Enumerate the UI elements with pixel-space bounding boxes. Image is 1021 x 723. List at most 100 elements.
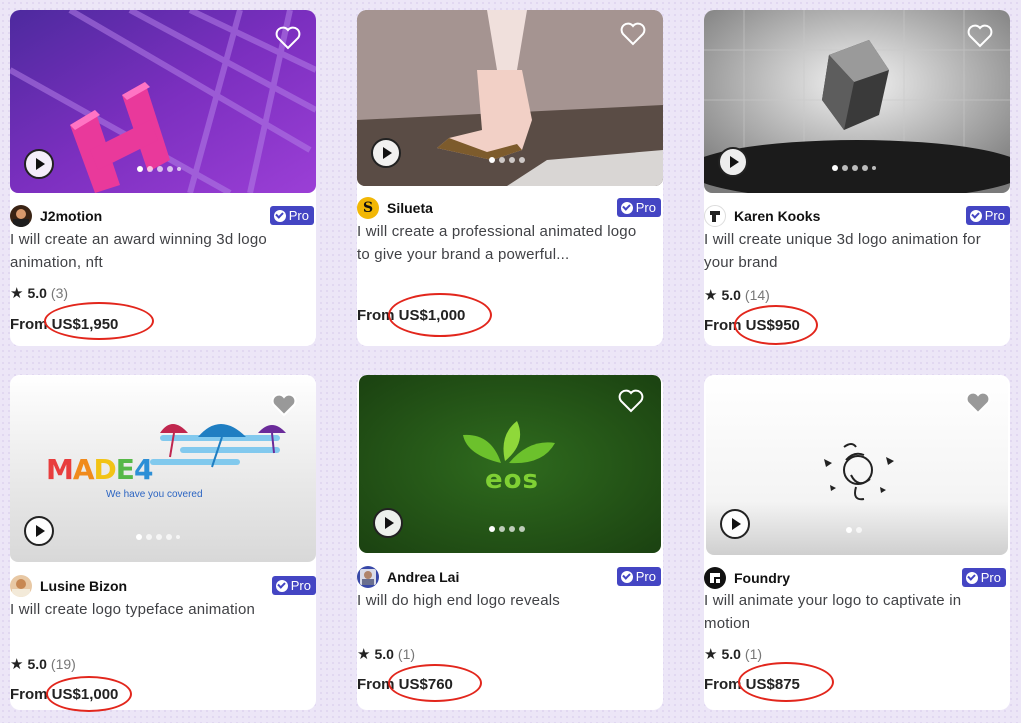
price-value: US$1,950 <box>51 316 119 333</box>
gig-thumbnail[interactable] <box>10 10 316 193</box>
pro-label: Pro <box>290 578 311 593</box>
seller-avatar[interactable] <box>10 575 32 597</box>
price: From US$950 <box>704 317 800 334</box>
gig-title-line: your brand <box>704 254 778 271</box>
gig-title-line: I will create unique 3d logo animation f… <box>704 231 981 248</box>
gig-thumbnail[interactable] <box>357 10 663 186</box>
rating: ★ 5.0 (19) <box>10 655 76 673</box>
favorite-heart-icon[interactable] <box>964 20 996 52</box>
rating-score: 5.0 <box>721 646 741 662</box>
review-count: (19) <box>50 656 76 672</box>
gig-title-line: I will create an award winning 3d logo <box>10 231 267 248</box>
pro-label: Pro <box>980 570 1001 585</box>
carousel-dots[interactable] <box>846 527 862 533</box>
seller-avatar[interactable] <box>10 205 32 227</box>
gig-card[interactable]: eos Andrea Lai Pro I will do high end lo… <box>357 375 663 710</box>
review-count: (1) <box>744 646 763 662</box>
seller-name[interactable]: J2motion <box>40 208 102 224</box>
price: From US$760 <box>357 676 453 693</box>
pro-label: Pro <box>984 208 1005 223</box>
thumb-logo: eos <box>485 465 539 495</box>
gig-card[interactable]: Foundry Pro I will animate your logo to … <box>704 375 1010 710</box>
thumb-logo: MADE4 <box>46 453 153 486</box>
price-value: US$760 <box>398 676 453 693</box>
price: From US$875 <box>704 676 800 693</box>
gig-thumbnail[interactable]: MADE4 We have you covered <box>10 375 316 562</box>
price-prefix: From <box>704 317 742 334</box>
gig-card[interactable]: Karen Kooks Pro I will create unique 3d … <box>704 10 1010 346</box>
gig-title-line: I will create logo typeface animation <box>10 601 256 618</box>
price-value: US$950 <box>745 317 800 334</box>
gig-thumbnail[interactable] <box>706 375 1008 555</box>
gig-title[interactable]: I will create an award winning 3d logo a… <box>10 228 316 274</box>
star-icon: ★ <box>10 285 24 302</box>
price: From US$1,000 <box>357 307 465 324</box>
seller-row: Foundry Pro <box>704 566 1010 590</box>
price-value: US$875 <box>745 676 800 693</box>
play-icon[interactable] <box>24 149 54 179</box>
seller-avatar[interactable] <box>704 567 726 589</box>
seller-name[interactable]: Lusine Bizon <box>40 578 127 594</box>
seller-name[interactable]: Karen Kooks <box>734 208 820 224</box>
favorite-heart-icon[interactable] <box>272 22 304 54</box>
verified-check-icon <box>620 201 633 214</box>
favorite-heart-icon[interactable] <box>962 387 994 419</box>
gig-title-line: I will animate your logo to captivate in <box>704 592 962 609</box>
pro-badge: Pro <box>965 206 1010 225</box>
gig-thumbnail[interactable]: eos <box>359 375 661 553</box>
review-count: (14) <box>744 287 770 303</box>
seller-avatar[interactable]: S <box>357 197 379 219</box>
pro-label: Pro <box>635 200 656 215</box>
play-icon[interactable] <box>718 147 748 177</box>
gig-title[interactable]: I will do high end logo reveals <box>357 589 663 612</box>
seller-name[interactable]: Andrea Lai <box>387 569 459 585</box>
gig-card[interactable]: MADE4 We have you covered Lusine Bizon P… <box>10 375 316 710</box>
seller-avatar[interactable] <box>357 566 379 588</box>
gig-card[interactable]: J2motion Pro I will create an award winn… <box>10 10 316 346</box>
gig-card[interactable]: S Silueta Pro I will create a profession… <box>357 10 663 346</box>
gig-thumbnail[interactable] <box>704 10 1010 193</box>
seller-avatar[interactable] <box>704 205 726 227</box>
gig-title-line: I will do high end logo reveals <box>357 592 560 609</box>
carousel-dots[interactable] <box>137 166 181 172</box>
seller-row: J2motion Pro <box>10 204 316 228</box>
gig-title[interactable]: I will create unique 3d logo animation f… <box>704 228 1010 274</box>
star-icon: ★ <box>704 646 718 663</box>
play-icon[interactable] <box>720 509 750 539</box>
price: From US$1,950 <box>10 316 118 333</box>
carousel-dots[interactable] <box>832 165 876 171</box>
thumb-tagline: We have you covered <box>106 489 203 500</box>
seller-name[interactable]: Foundry <box>734 570 790 586</box>
seller-row: Karen Kooks Pro <box>704 204 1010 228</box>
star-icon: ★ <box>10 656 24 673</box>
gig-title[interactable]: I will create logo typeface animation <box>10 598 316 621</box>
rating: ★ 5.0 (1) <box>704 645 762 663</box>
favorite-heart-icon[interactable] <box>617 18 649 50</box>
carousel-dots[interactable] <box>489 526 525 532</box>
verified-check-icon <box>969 209 982 222</box>
gig-title-line: animation, nft <box>10 254 103 271</box>
review-count: (1) <box>397 646 416 662</box>
play-icon[interactable] <box>371 138 401 168</box>
pro-label: Pro <box>288 208 309 223</box>
pro-badge: Pro <box>961 568 1006 587</box>
seller-row: S Silueta Pro <box>357 196 663 220</box>
gig-title-line: I will create a professional animated lo… <box>357 223 637 240</box>
price-prefix: From <box>704 676 742 693</box>
play-icon[interactable] <box>24 516 54 546</box>
favorite-heart-icon[interactable] <box>615 385 647 417</box>
rating-score: 5.0 <box>374 646 394 662</box>
star-icon: ★ <box>357 646 371 663</box>
verified-check-icon <box>620 570 633 583</box>
play-icon[interactable] <box>373 508 403 538</box>
seller-name[interactable]: Silueta <box>387 200 433 216</box>
gig-title[interactable]: I will create a professional animated lo… <box>357 220 663 266</box>
pro-badge: Pro <box>616 567 661 586</box>
gig-title[interactable]: I will animate your logo to captivate in… <box>704 589 1010 635</box>
favorite-heart-icon[interactable] <box>268 389 300 421</box>
review-count: (3) <box>50 285 69 301</box>
carousel-dots[interactable] <box>489 157 525 163</box>
price-prefix: From <box>357 676 395 693</box>
carousel-dots[interactable] <box>136 534 180 540</box>
price-prefix: From <box>10 686 48 703</box>
